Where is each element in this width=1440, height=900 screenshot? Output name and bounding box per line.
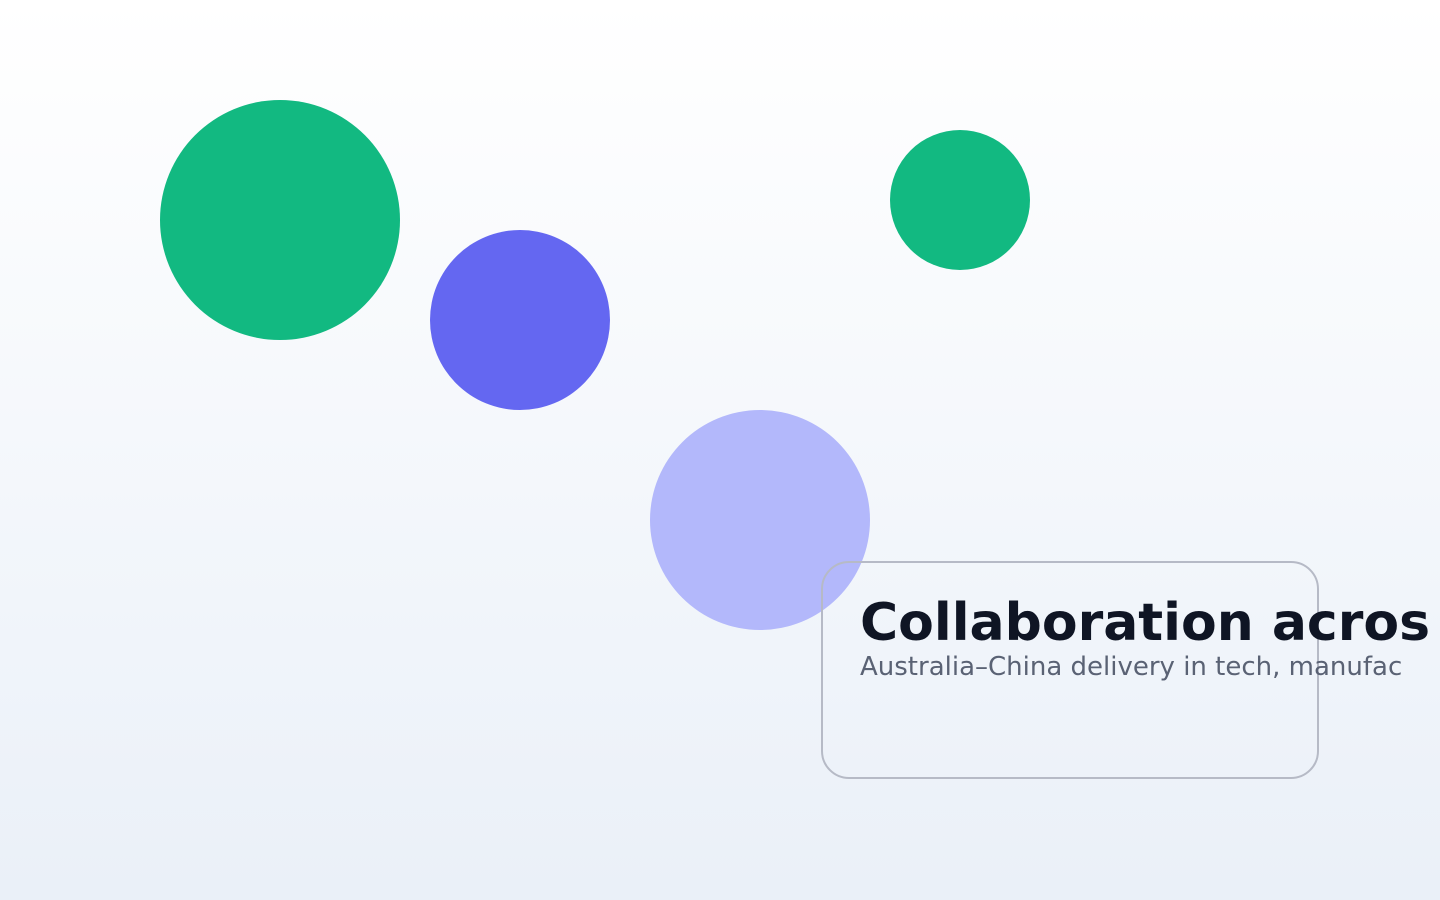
decorative-circle-green-small <box>890 130 1030 270</box>
feature-card <box>821 561 1319 779</box>
decorative-circle-green-large <box>160 100 400 340</box>
decorative-circle-indigo <box>430 230 610 410</box>
